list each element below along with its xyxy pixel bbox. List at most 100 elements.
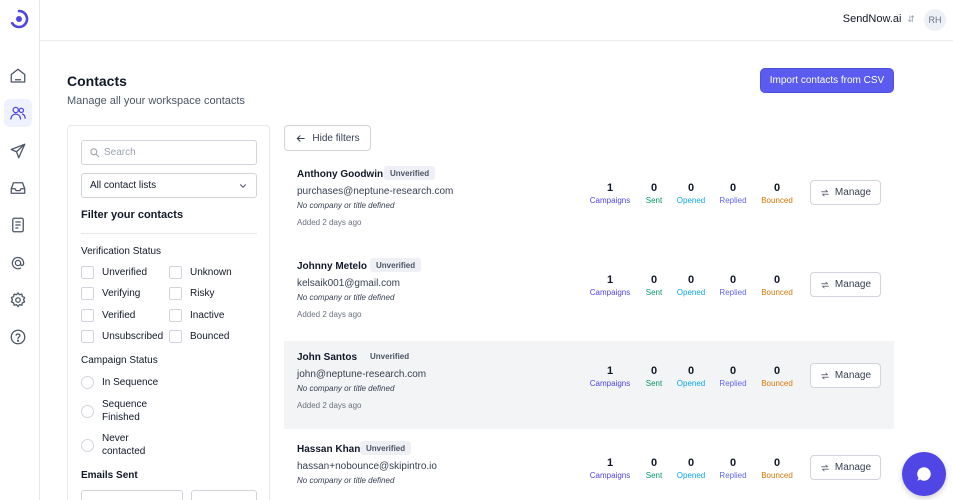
arrow-left-icon [296, 134, 306, 142]
nav-inbox[interactable] [4, 174, 32, 202]
checkbox-verified[interactable]: Verified [81, 309, 135, 322]
top-bar: SendNow.ai ⇵ RH [40, 0, 953, 41]
stat-bounced: 0 Bounced [752, 182, 802, 205]
manage-button[interactable]: Manage [810, 455, 881, 480]
emails-sent-operator-select[interactable] [81, 490, 183, 500]
contact-email: purchases@neptune-research.com [297, 186, 454, 197]
stat-replied-label: Replied [719, 471, 747, 480]
sendnow-logo-icon[interactable] [9, 9, 29, 29]
stat-replied-value: 0 [729, 182, 737, 194]
contact-name: Hassan Khan [297, 444, 361, 455]
stat-campaigns-value: 1 [606, 365, 614, 377]
chat-launcher-button[interactable] [902, 452, 946, 496]
manage-button[interactable]: Manage [810, 363, 881, 388]
stat-replied-value: 0 [729, 457, 737, 469]
contact-row[interactable]: Hassan Khan Unverified hassan+nobounce@s… [284, 433, 894, 500]
stat-campaigns: 1 Campaigns [585, 365, 635, 388]
checkbox-bounced[interactable]: Bounced [169, 330, 229, 343]
stat-campaigns: 1 Campaigns [585, 274, 635, 297]
manage-label: Manage [834, 279, 872, 290]
stat-replied-label: Replied [719, 379, 747, 388]
nav-campaigns[interactable] [4, 137, 32, 165]
stat-campaigns-label: Campaigns [589, 196, 631, 205]
stat-campaigns-value: 1 [606, 274, 614, 286]
checkbox-risky[interactable]: Risky [169, 287, 214, 300]
radio-in-sequence[interactable]: In Sequence [81, 376, 158, 389]
arrows-swap-icon [821, 189, 829, 196]
radio-never-contacted[interactable]: Never contacted [81, 432, 152, 458]
at-sign-icon [11, 256, 25, 270]
stat-bounced: 0 Bounced [752, 457, 802, 480]
contact-row[interactable]: John Santos Unverified john@neptune-rese… [284, 341, 894, 429]
checkbox-unsubscribed[interactable]: Unsubscribed [81, 330, 163, 343]
nav-templates[interactable] [4, 211, 32, 239]
stat-bounced: 0 Bounced [752, 274, 802, 297]
contact-company: No company or title defined [297, 384, 395, 393]
contact-name: Anthony Goodwin [297, 169, 384, 180]
contact-name: John Santos [297, 352, 358, 363]
checkbox-unverified[interactable]: Unverified [81, 266, 147, 279]
workspace-switcher[interactable]: SendNow.ai ⇵ [843, 13, 915, 25]
nav-contacts[interactable] [4, 99, 32, 127]
emails-sent-heading: Emails Sent [81, 470, 138, 481]
manage-label: Manage [834, 187, 872, 198]
contact-company: No company or title defined [297, 201, 395, 210]
page-title: Contacts [67, 73, 127, 89]
contact-email: hassan+nobounce@skipintro.io [297, 461, 437, 472]
divider [81, 233, 257, 234]
stat-replied-label: Replied [719, 288, 747, 297]
chevron-up-down-icon: ⇵ [907, 13, 915, 24]
stat-campaigns-label: Campaigns [589, 471, 631, 480]
stat-replied: 0 Replied [708, 274, 758, 297]
page-subtitle: Manage all your workspace contacts [67, 95, 245, 107]
contacts-icon [10, 106, 26, 120]
nav-help[interactable] [4, 323, 32, 351]
filter-title: Filter your contacts [81, 209, 184, 221]
hide-filters-button[interactable]: Hide filters [284, 125, 371, 151]
contact-added: Added 2 days ago [297, 218, 362, 227]
status-badge: Unverified [360, 441, 412, 455]
arrows-swap-icon [821, 281, 829, 288]
radio-sequence-finished[interactable]: Sequence Finished [81, 398, 152, 424]
stat-bounced-value: 0 [773, 182, 781, 194]
emails-sent-value-input[interactable] [191, 490, 257, 500]
nav-mentions[interactable] [4, 249, 32, 277]
stat-bounced: 0 Bounced [752, 365, 802, 388]
checkbox-inactive[interactable]: Inactive [169, 309, 224, 322]
contact-row[interactable]: Anthony Goodwin Unverified purchases@nep… [284, 158, 894, 246]
status-badge: Unverified [384, 166, 436, 180]
campaign-status-heading: Campaign Status [81, 355, 158, 366]
contact-company: No company or title defined [297, 476, 395, 485]
contact-row[interactable]: Johnny Metelo Unverified kelsaik001@gmai… [284, 250, 894, 338]
status-badge: Unverified [370, 351, 410, 361]
left-nav-rail [0, 0, 40, 500]
workspace-name: SendNow.ai [842, 13, 902, 25]
stat-replied-label: Replied [719, 196, 747, 205]
status-badge: Unverified [370, 258, 422, 272]
search-input[interactable] [104, 147, 244, 158]
templates-icon [12, 217, 24, 233]
search-box[interactable] [81, 140, 257, 165]
nav-home[interactable] [4, 62, 32, 90]
contact-email: john@neptune-research.com [297, 369, 427, 380]
stat-bounced-label: Bounced [761, 288, 793, 297]
stat-bounced-value: 0 [773, 274, 781, 286]
manage-button[interactable]: Manage [810, 180, 881, 205]
chevron-down-icon [240, 183, 246, 188]
nav-settings[interactable] [4, 286, 32, 314]
import-csv-button[interactable]: Import contacts from CSV [760, 68, 894, 93]
stat-campaigns-label: Campaigns [589, 288, 631, 297]
checkbox-unknown[interactable]: Unknown [169, 266, 232, 279]
settings-icon [10, 292, 26, 308]
manage-label: Manage [834, 462, 872, 473]
manage-button[interactable]: Manage [810, 272, 881, 297]
contact-list-select-value: All contact lists [90, 180, 157, 191]
stat-replied-value: 0 [729, 365, 737, 377]
avatar[interactable]: RH [924, 9, 946, 31]
stat-bounced-label: Bounced [761, 379, 793, 388]
contact-list-select[interactable]: All contact lists [81, 173, 257, 198]
stat-replied-value: 0 [729, 274, 737, 286]
checkbox-verifying[interactable]: Verifying [81, 287, 140, 300]
home-icon [10, 68, 26, 83]
manage-label: Manage [834, 370, 872, 381]
